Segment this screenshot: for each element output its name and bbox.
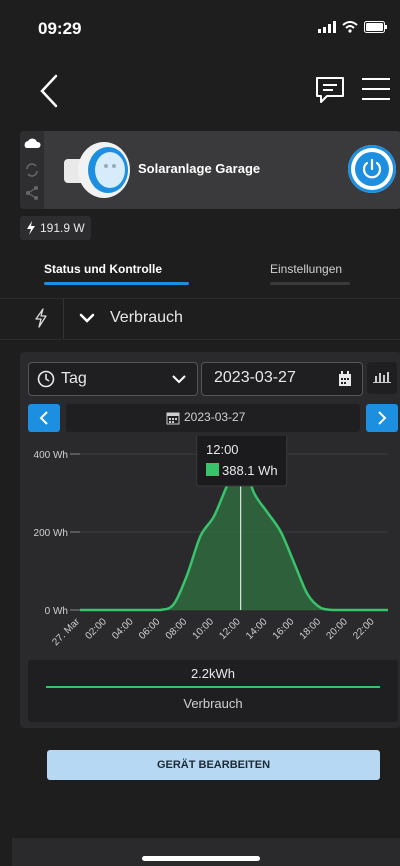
- summary-label: Verbrauch: [183, 696, 243, 711]
- summary-panel: 2.2kWh Verbrauch: [28, 660, 398, 722]
- power-badge: 191.9 W: [20, 216, 91, 240]
- wifi-icon: [342, 20, 358, 38]
- menu-button[interactable]: [360, 74, 392, 104]
- device-name: Solaranlage Garage: [138, 161, 261, 176]
- x-tick-label: 02:00: [83, 616, 109, 642]
- chart-tooltip: 12:00 388.1 Wh: [196, 436, 288, 487]
- sync-icon: [26, 163, 38, 177]
- y-tick-label: 400 Wh: [34, 450, 68, 461]
- x-tick-label: 20:00: [324, 616, 350, 642]
- tooltip-time: 12:00: [206, 442, 239, 457]
- divider: [63, 299, 64, 339]
- x-tick-label: 08:00: [164, 616, 190, 642]
- period-select[interactable]: Tag: [28, 362, 198, 396]
- tab-status[interactable]: Status und Kontrolle: [44, 262, 162, 276]
- y-axis-labels: 0 Wh 200 Wh 400 Wh: [34, 450, 68, 617]
- tab-status-indicator: [44, 282, 189, 285]
- calendar-icon: [166, 411, 180, 430]
- chevron-right-icon: [378, 411, 387, 425]
- hamburger-icon: [362, 78, 390, 100]
- x-axis-labels: 27. Mar 02:00 04:00 06:00 08:00 10:00 12:00 14:…: [50, 616, 377, 648]
- chevron-left-icon: [39, 411, 48, 425]
- chevron-left-icon: [40, 74, 58, 108]
- bolt-outline-icon[interactable]: [34, 308, 48, 333]
- tab-settings-indicator: [270, 282, 350, 285]
- chat-icon: [316, 77, 344, 103]
- y-tick-label: 0 Wh: [45, 606, 68, 617]
- back-button[interactable]: [32, 72, 66, 110]
- x-tick-label: 06:00: [137, 616, 163, 642]
- chevron-down-icon[interactable]: [78, 310, 96, 331]
- series-legend-line: [46, 686, 380, 688]
- feedback-button[interactable]: [312, 72, 348, 108]
- y-tick-label: 200 Wh: [34, 528, 68, 539]
- cloud-icon: [24, 138, 41, 148]
- smart-plug-image: [60, 139, 140, 201]
- chevron-down-icon: [171, 372, 187, 391]
- calendar-icon: [338, 371, 352, 392]
- previous-day-button[interactable]: [28, 404, 60, 432]
- power-toggle-button[interactable]: [348, 145, 396, 193]
- x-tick-label: 27. Mar: [50, 616, 82, 648]
- tab-settings[interactable]: Einstellungen: [270, 262, 342, 276]
- chart-type-toggle[interactable]: [367, 362, 397, 394]
- battery-icon: [364, 20, 388, 38]
- date-display-text: 2023-03-27: [184, 410, 246, 424]
- status-bar: 09:29: [0, 0, 400, 56]
- x-tick-label: 14:00: [244, 616, 270, 642]
- selected-date-display: 2023-03-27: [66, 404, 360, 432]
- power-value: 191.9 W: [40, 221, 85, 235]
- bolt-icon: [27, 221, 35, 235]
- bottom-bar: [12, 838, 400, 866]
- x-tick-label: 22:00: [351, 616, 377, 642]
- x-tick-label: 04:00: [110, 616, 136, 642]
- x-tick-label: 10:00: [191, 616, 217, 642]
- date-value: 2023-03-27: [214, 369, 296, 386]
- home-indicator: [142, 856, 260, 861]
- bar-chart-icon: [373, 372, 391, 383]
- device-card: Solaranlage Garage: [20, 131, 400, 209]
- metric-dropdown[interactable]: Verbrauch: [110, 309, 183, 327]
- tooltip-swatch: [206, 463, 219, 476]
- clock-icon: [37, 370, 55, 393]
- x-tick-label: 16:00: [271, 616, 297, 642]
- metric-filter-row: Verbrauch: [0, 298, 400, 340]
- status-icons: [318, 20, 388, 38]
- share-icon: [26, 186, 38, 200]
- consumption-chart: 0 Wh200 Wh400 Wh 27. Mar 02:00 04:00 06:00 0…: [34, 436, 388, 648]
- signal-icon: [318, 20, 336, 38]
- edit-device-button[interactable]: GERÄT BEARBEITEN: [47, 750, 380, 780]
- nav-bar: [0, 56, 400, 126]
- device-side-icons: [20, 131, 44, 209]
- next-day-button[interactable]: [366, 404, 398, 432]
- status-time: 09:29: [38, 19, 82, 38]
- x-tick-label: 12:00: [217, 616, 243, 642]
- power-icon: [362, 158, 382, 179]
- date-input[interactable]: 2023-03-27: [201, 362, 363, 396]
- tooltip-value: 388.1 Wh: [222, 463, 278, 478]
- period-value: Tag: [61, 370, 87, 387]
- total-consumption: 2.2kWh: [190, 666, 236, 681]
- x-tick-label: 18:00: [298, 616, 324, 642]
